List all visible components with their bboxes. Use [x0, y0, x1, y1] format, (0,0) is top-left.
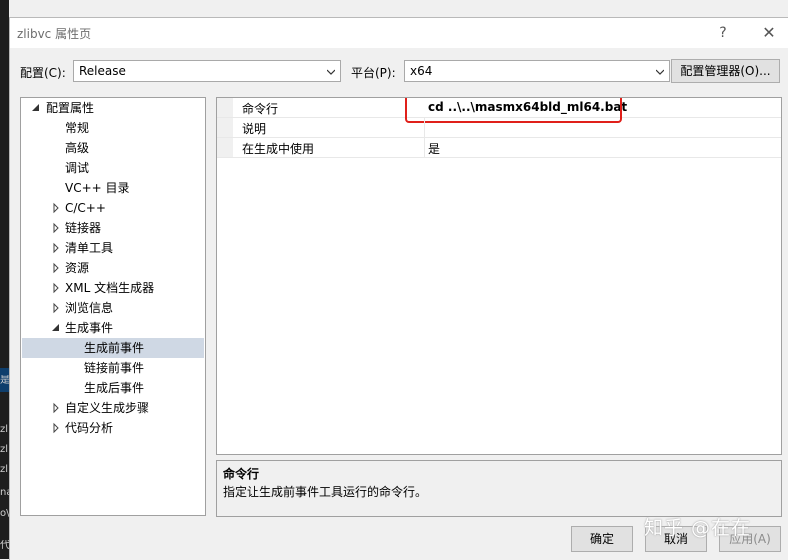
property-name: 说明	[242, 122, 267, 136]
grid-row-command-line[interactable]: 命令行 cd ..\..\masmx64bld_ml64.bat	[217, 98, 781, 123]
grid-row-description[interactable]: 说明	[217, 118, 781, 138]
platform-value: x64	[410, 64, 433, 78]
tree-item-debugging[interactable]: 调试	[21, 158, 205, 178]
background-text: na	[0, 487, 9, 498]
chevron-down-icon	[656, 69, 664, 75]
collapsed-triangle-icon	[53, 422, 59, 434]
tree-item-xml-doc-generator[interactable]: XML 文档生成器	[21, 278, 205, 298]
title-bar[interactable]: zlibvc 属性页 ? ✕	[10, 18, 788, 48]
platform-label: 平台(P):	[351, 66, 396, 80]
property-tree[interactable]: 配置属性 常规 高级 调试 VC++ 目录 C/C++ 链接器 清单工具 资源 …	[20, 97, 206, 516]
property-name: 命令行	[242, 102, 279, 116]
tree-item-code-analysis[interactable]: 代码分析	[21, 418, 205, 438]
expanded-triangle-icon	[32, 104, 39, 111]
close-icon[interactable]: ✕	[756, 22, 782, 44]
row-gutter	[217, 138, 233, 157]
background-text: zl	[0, 464, 9, 475]
background-text: o\	[0, 508, 9, 519]
row-gutter	[217, 98, 233, 117]
column-separator	[424, 138, 425, 157]
description-pane: 命令行 指定让生成前事件工具运行的命令行。	[216, 460, 782, 517]
property-grid[interactable]: 命令行 cd ..\..\masmx64bld_ml64.bat 说明 在生成中…	[216, 97, 782, 455]
property-name: 在生成中使用	[242, 142, 315, 156]
tree-item-resources[interactable]: 资源	[21, 258, 205, 278]
collapsed-triangle-icon	[53, 262, 59, 274]
property-value[interactable]: 是	[428, 140, 440, 157]
chevron-down-icon	[327, 69, 335, 75]
background-editor-strip: 是 zl zl zl na o\ 代	[0, 0, 9, 559]
property-pages-dialog: zlibvc 属性页 ? ✕ 配置(C): Release 平台(P): x64…	[9, 17, 788, 560]
tree-item-pre-link-event[interactable]: 链接前事件	[21, 358, 205, 378]
config-manager-button[interactable]: 配置管理器(O)...	[671, 59, 780, 83]
question-icon[interactable]: ?	[710, 22, 736, 44]
description-text: 指定让生成前事件工具运行的命令行。	[223, 485, 428, 499]
tree-item-c-cpp[interactable]: C/C++	[21, 198, 205, 218]
config-combo[interactable]: Release	[73, 60, 341, 82]
grid-row-use-in-build[interactable]: 在生成中使用 是	[217, 138, 781, 158]
background-text: zl	[0, 444, 9, 455]
dialog-title: zlibvc 属性页	[17, 27, 92, 41]
tree-item-general[interactable]: 常规	[21, 118, 205, 138]
collapsed-triangle-icon	[53, 302, 59, 314]
background-text: 代	[0, 540, 9, 551]
config-label: 配置(C):	[20, 66, 66, 80]
background-text: 是	[0, 375, 9, 386]
row-gutter	[217, 118, 233, 137]
tree-item-linker[interactable]: 链接器	[21, 218, 205, 238]
watermark: 知乎 @在在	[644, 517, 752, 539]
collapsed-triangle-icon	[53, 202, 59, 214]
config-value: Release	[79, 64, 126, 78]
background-text: zl	[0, 424, 9, 435]
tree-item-pre-build-event[interactable]: 生成前事件	[22, 338, 204, 358]
tree-item-custom-build-step[interactable]: 自定义生成步骤	[21, 398, 205, 418]
tree-item-advanced[interactable]: 高级	[21, 138, 205, 158]
tree-item-config-properties[interactable]: 配置属性	[21, 98, 205, 118]
platform-combo[interactable]: x64	[404, 60, 670, 82]
description-title: 命令行	[223, 467, 260, 481]
column-separator	[424, 118, 425, 137]
tree-item-build-events[interactable]: 生成事件	[21, 318, 205, 338]
ok-button[interactable]: 确定	[571, 526, 633, 552]
collapsed-triangle-icon	[53, 242, 59, 254]
tree-item-post-build-event[interactable]: 生成后事件	[21, 378, 205, 398]
collapsed-triangle-icon	[53, 282, 59, 294]
tree-item-manifest-tool[interactable]: 清单工具	[21, 238, 205, 258]
tree-item-vc-directories[interactable]: VC++ 目录	[21, 178, 205, 198]
expanded-triangle-icon	[52, 324, 59, 331]
collapsed-triangle-icon	[53, 402, 59, 414]
collapsed-triangle-icon	[53, 222, 59, 234]
tree-item-browse-info[interactable]: 浏览信息	[21, 298, 205, 318]
